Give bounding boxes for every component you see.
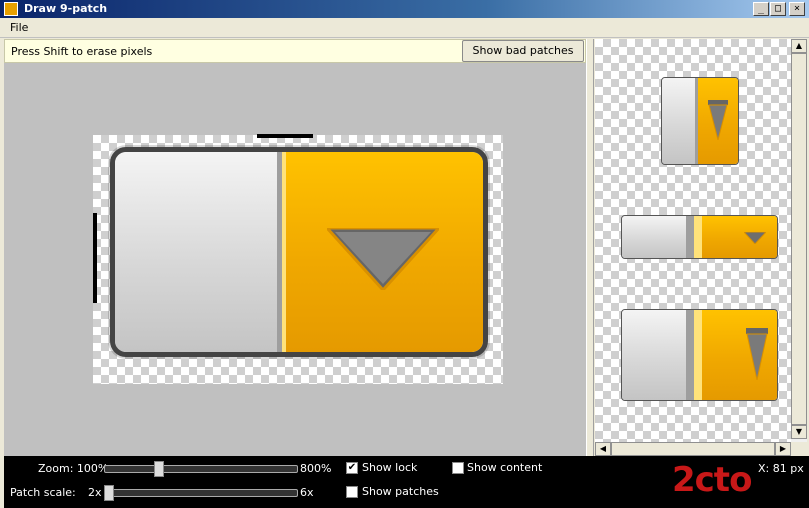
scroll-down-button[interactable]: ▼	[791, 425, 807, 439]
maximize-button[interactable]: □	[770, 2, 786, 16]
preview-wide	[621, 215, 778, 259]
zoom-label: Zoom: 100%	[38, 462, 109, 475]
preview-horizontal-scrollbar[interactable]: ◀ ▶	[595, 442, 791, 456]
zoom-slider-thumb[interactable]	[154, 461, 164, 477]
watermark-logo: 2cto	[672, 460, 752, 500]
show-lock-checkbox[interactable]: ✔	[346, 462, 358, 474]
stretch-marker-left[interactable]	[93, 213, 97, 303]
app-icon	[4, 2, 18, 16]
triangle-down-icon	[708, 100, 728, 140]
preview-square	[661, 77, 739, 165]
triangle-down-icon	[744, 232, 766, 244]
menu-bar: File	[0, 18, 809, 38]
scroll-left-button[interactable]: ◀	[595, 442, 611, 456]
close-button[interactable]: ×	[789, 2, 805, 16]
preview-pane	[595, 39, 791, 442]
show-patches-checkbox[interactable]	[346, 486, 358, 498]
patch-canvas[interactable]	[93, 135, 503, 384]
scroll-right-button[interactable]: ▶	[775, 442, 791, 456]
vertical-scroll-thumb[interactable]	[791, 53, 807, 425]
patch-scale-min-label: 2x	[88, 486, 102, 499]
window-title: Draw 9-patch	[24, 2, 108, 15]
patch-scale-label: Patch scale:	[10, 486, 76, 499]
triangle-down-icon	[746, 328, 768, 380]
show-content-checkbox[interactable]	[452, 462, 464, 474]
show-lock-label[interactable]: Show lock	[362, 461, 417, 474]
scroll-up-button[interactable]: ▲	[791, 39, 807, 53]
menu-file[interactable]: File	[10, 21, 28, 34]
zoom-slider[interactable]	[104, 465, 298, 473]
coordinate-readout: X: 81 px	[758, 462, 804, 475]
preview-large	[621, 309, 778, 401]
horizontal-scroll-thumb[interactable]	[611, 442, 775, 456]
triangle-down-icon	[327, 228, 439, 290]
stretch-marker-top[interactable]	[257, 134, 313, 138]
show-patches-label[interactable]: Show patches	[362, 485, 439, 498]
show-bad-patches-button[interactable]: Show bad patches	[462, 40, 584, 62]
patch-scale-max-label: 6x	[300, 486, 314, 499]
control-bar: Zoom: 100% 800% ✔ Show lock Show content…	[4, 456, 809, 508]
minimize-button[interactable]: _	[753, 2, 769, 16]
patch-scale-slider-thumb[interactable]	[104, 485, 114, 501]
hint-text: Press Shift to erase pixels	[11, 45, 153, 58]
show-content-label[interactable]: Show content	[467, 461, 542, 474]
preview-vertical-scrollbar[interactable]: ▲ ▼	[791, 39, 807, 442]
split-pane-divider[interactable]	[586, 39, 594, 456]
zoom-max-label: 800%	[300, 462, 332, 475]
spinner-image-large	[110, 147, 488, 357]
scroll-corner	[791, 442, 807, 456]
title-bar: Draw 9-patch _ □ ×	[0, 0, 809, 18]
patch-scale-slider[interactable]	[104, 489, 298, 497]
editor-area	[4, 63, 586, 456]
